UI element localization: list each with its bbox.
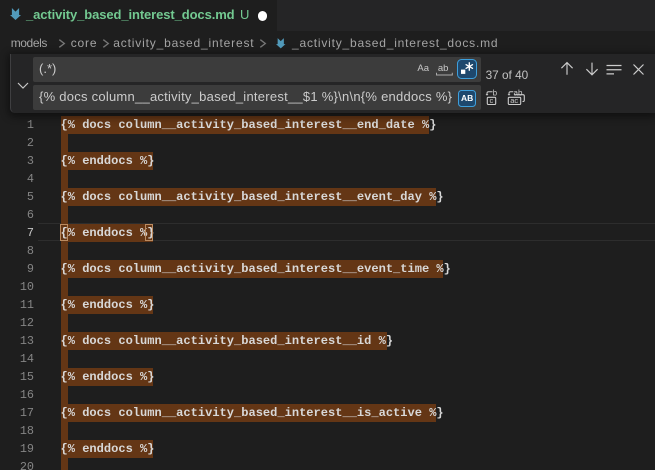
- svg-text:c: c: [490, 96, 494, 105]
- svg-text:b: b: [493, 89, 498, 98]
- svg-text:ac: ac: [510, 96, 518, 105]
